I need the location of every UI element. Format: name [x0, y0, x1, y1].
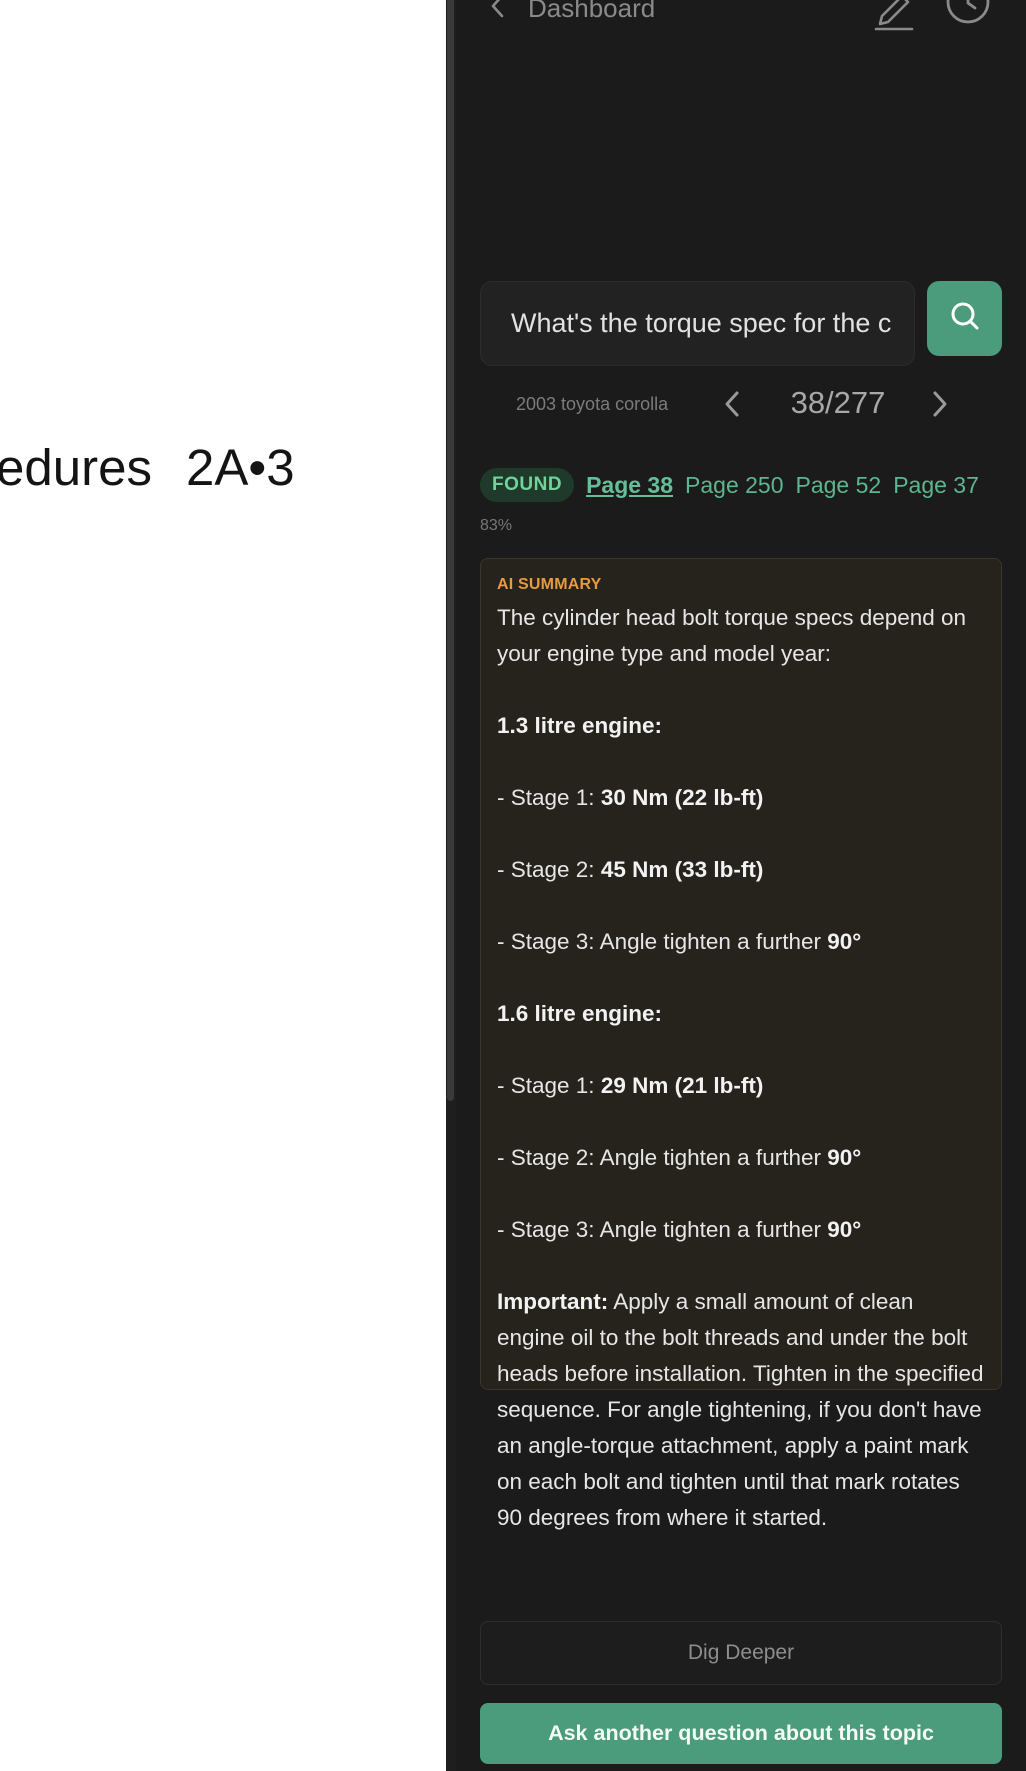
search-box	[480, 281, 915, 366]
clock-icon[interactable]	[946, 0, 990, 32]
confidence-score: 83%	[480, 517, 513, 534]
next-page-button[interactable]	[926, 386, 954, 422]
ai-summary-card: AI SUMMARY The cylinder head bolt torque…	[480, 558, 1002, 1530]
dig-deeper-button[interactable]: Dig Deeper	[480, 1621, 1002, 1685]
panel-header: Dashboard	[456, 0, 1026, 31]
summary-intro: The cylinder head bolt torque specs depe…	[497, 605, 967, 666]
section-title-fragment: edures	[0, 439, 152, 496]
results-row: FOUND Page 38 Page 250 Page 52 Page 37	[480, 468, 979, 502]
torque-stage: - Stage 1: 29 Nm (21 lb-ft)	[497, 1073, 764, 1098]
search-bar	[480, 281, 1002, 366]
document-scrollbar-thumb[interactable]	[447, 0, 454, 1101]
previous-page-button[interactable]	[718, 386, 746, 422]
result-page-link[interactable]: Page 250	[685, 472, 783, 499]
chevron-left-icon	[488, 0, 508, 24]
back-to-dashboard-button[interactable]: Dashboard	[488, 0, 655, 28]
torque-stage: - Stage 2: Angle tighten a further 90°	[497, 1145, 862, 1170]
found-badge: FOUND	[480, 468, 575, 502]
search-button[interactable]	[927, 281, 1002, 356]
important-note: Important: Apply a small amount of clean…	[497, 1289, 984, 1530]
torque-stage: - Stage 1: 30 Nm (22 lb-ft)	[497, 785, 764, 810]
result-page-link[interactable]: Page 52	[796, 472, 882, 499]
section-code: 2A•3	[185, 439, 295, 496]
summary-label: AI SUMMARY	[497, 576, 602, 593]
torque-stage: - Stage 2: 45 Nm (33 lb-ft)	[497, 857, 764, 882]
pencil-icon[interactable]	[872, 0, 916, 32]
engine-title: 1.3 litre engine:	[497, 713, 663, 738]
search-icon	[948, 299, 982, 338]
document-viewer[interactable]: edures 2A•3	[0, 0, 446, 1771]
engine-title: 1.6 litre engine:	[497, 1001, 663, 1026]
document-section-heading: edures 2A•3	[0, 438, 295, 497]
page-counter: 38/277	[790, 385, 886, 420]
back-label: Dashboard	[528, 0, 656, 23]
chevron-left-icon	[725, 391, 739, 417]
summary-body: The cylinder head bolt torque specs depe…	[497, 600, 985, 1536]
page-navigation: 2003 toyota corolla 38/277	[456, 382, 1026, 426]
result-page-link[interactable]: Page 38	[586, 472, 673, 499]
ask-another-question-button[interactable]: Ask another question about this topic	[480, 1703, 1002, 1764]
search-input[interactable]	[511, 282, 891, 365]
chevron-right-icon	[933, 391, 947, 417]
torque-stage: - Stage 3: Angle tighten a further 90°	[497, 929, 862, 954]
document-name: 2003 toyota corolla	[516, 394, 669, 414]
torque-stage: - Stage 3: Angle tighten a further 90°	[497, 1217, 862, 1242]
result-page-link[interactable]: Page 37	[893, 472, 979, 499]
assistant-panel: Dashboard 2003 toyota corolla 38/277 FOU…	[456, 0, 1026, 1771]
